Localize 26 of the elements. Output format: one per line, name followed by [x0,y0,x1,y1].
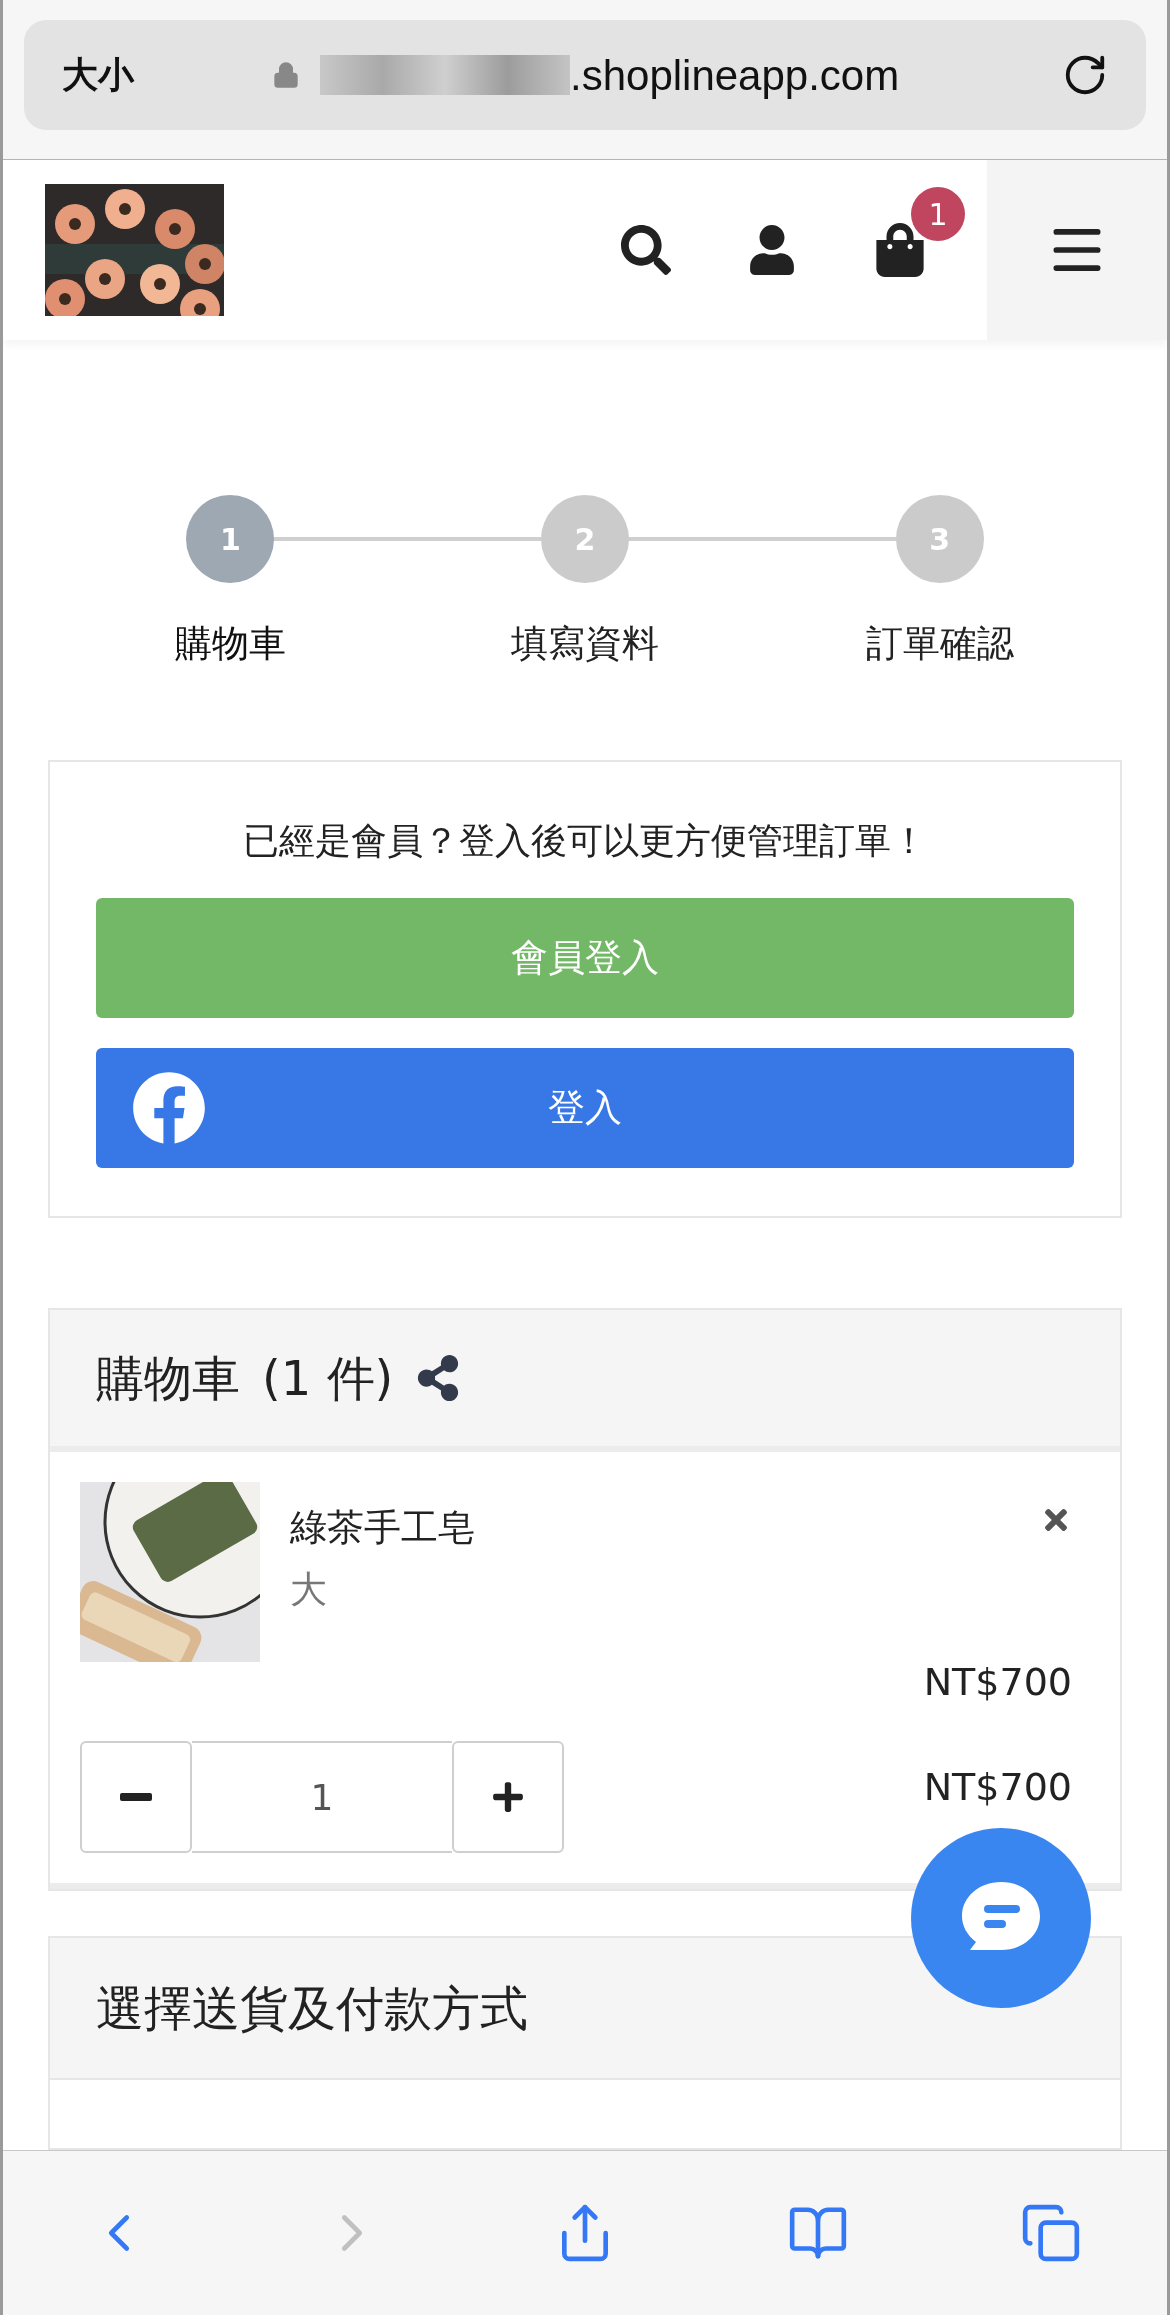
facebook-icon [132,1071,206,1145]
step-label: 訂單確認 [865,621,1014,667]
shipping-title: 選擇送貨及付款方式 [96,1979,528,2038]
address-bar[interactable]: 大小 .shoplineapp.com [24,20,1146,130]
cart-icon[interactable] [873,223,927,277]
menu-button[interactable] [987,160,1167,340]
user-icon[interactable] [747,225,797,275]
step-label: 填寫資料 [511,621,659,667]
increase-button[interactable] [452,1741,564,1853]
cart-count-badge: 1 [911,187,965,241]
unit-price: NT$700 [923,1659,1072,1706]
url-text: .shoplineapp.com [570,50,900,101]
decrease-button[interactable] [80,1741,192,1853]
minus-icon [120,1793,152,1801]
search-icon[interactable] [621,225,671,275]
subtotal-price: NT$700 [923,1763,1073,1811]
step-label: 購物車 [174,621,286,667]
facebook-login-button[interactable]: 登入 [96,1048,1074,1168]
plus-icon [491,1780,525,1814]
product-variant: 大 [290,1566,328,1613]
product-name: 綠茶手工皂 [290,1505,475,1551]
cart-count: (1 件) [262,1349,394,1408]
login-prompt: 已經是會員？登入後可以更方便管理訂單！ [243,819,927,863]
text-size-button[interactable]: 大小 [62,48,222,102]
quantity-field[interactable]: 1 [192,1741,452,1853]
cart-title: 購物車 [96,1349,240,1408]
